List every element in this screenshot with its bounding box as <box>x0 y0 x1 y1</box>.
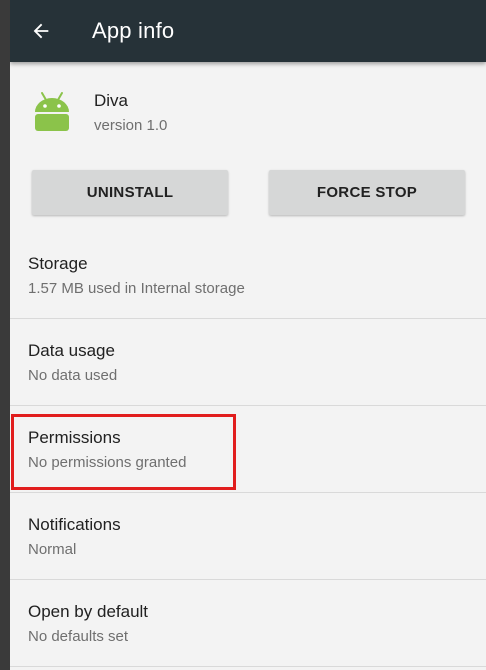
settings-item-subtitle: No data used <box>28 366 118 384</box>
left-edge-strip <box>0 0 10 670</box>
highlight-box <box>11 414 236 490</box>
settings-item-title: Open by default <box>28 601 149 621</box>
settings-item-storage[interactable]: Storage 1.57 MB used in Internal storage <box>10 233 486 319</box>
settings-item-notifications[interactable]: Notifications Normal <box>10 493 486 580</box>
app-header: Diva version 1.0 <box>10 62 486 162</box>
settings-item-subtitle: 1.57 MB used in Internal storage <box>28 280 245 297</box>
action-buttons: UNINSTALL FORCE STOP <box>10 162 486 233</box>
app-meta: Diva version 1.0 <box>94 91 167 134</box>
settings-item-title: Storage <box>28 254 88 273</box>
settings-item-title: Notifications <box>28 514 121 534</box>
app-name: Diva <box>94 90 129 110</box>
settings-item-title: Permissions <box>28 427 121 447</box>
settings-item-subtitle: No defaults set <box>28 627 129 645</box>
uninstall-button[interactable]: UNINSTALL <box>32 170 228 215</box>
app-version: version 1.0 <box>94 116 168 134</box>
settings-item-subtitle: No permissions granted <box>28 453 187 471</box>
page-title: App info <box>92 18 175 43</box>
android-robot-icon <box>35 92 69 131</box>
app-bar: App info <box>10 0 486 62</box>
settings-item-open-by-default[interactable]: Open by default No defaults set <box>10 580 486 667</box>
settings-item-title: Data usage <box>28 340 115 360</box>
app-info-screen: App info Diva version 1.0 UNINSTALL FORC… <box>10 0 486 670</box>
settings-item-permissions[interactable]: Permissions No permissions granted <box>10 406 486 493</box>
force-stop-button[interactable]: FORCE STOP <box>269 170 465 215</box>
back-button[interactable] <box>10 0 72 62</box>
arrow-back-icon <box>33 23 49 39</box>
settings-item-subtitle: Normal <box>28 540 77 558</box>
settings-item-data-usage[interactable]: Data usage No data used <box>10 319 486 406</box>
